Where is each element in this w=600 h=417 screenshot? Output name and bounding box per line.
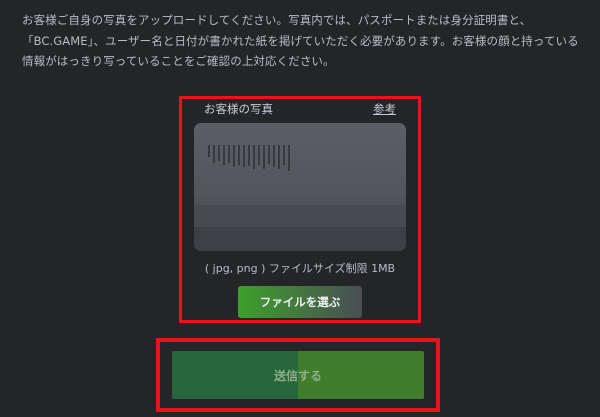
preview-strip <box>194 227 406 251</box>
preview-band <box>194 205 406 227</box>
submit-label: 送信する <box>273 368 322 383</box>
instructions-text: お客様ご自身の写真をアップロードしてください。写真内では、パスポートまたは身分証… <box>22 13 579 68</box>
upload-title: お客様の写真 <box>204 102 273 116</box>
photo-upload-section: お客様の写真 参考 (jpg, png) ファイルサイズ制限 1MB ファイ… <box>179 96 421 323</box>
upload-header: お客様の写真 参考 <box>204 101 396 117</box>
file-size-limit: ( jpg, png ) ファイルサイズ制限 1MB <box>204 262 396 275</box>
submit-section: 送信する <box>156 338 440 412</box>
blurred-id-text <box>208 145 290 171</box>
reference-link[interactable]: 参考 <box>373 101 396 117</box>
submit-button[interactable]: 送信する <box>172 351 424 399</box>
choose-file-button[interactable]: ファイルを選ぶ <box>238 286 362 318</box>
upload-photo-page: お客様ご自身の写真をアップロードしてください。写真内では、パスポートまたは身分証… <box>0 0 600 417</box>
photo-preview-image[interactable] <box>194 123 406 251</box>
